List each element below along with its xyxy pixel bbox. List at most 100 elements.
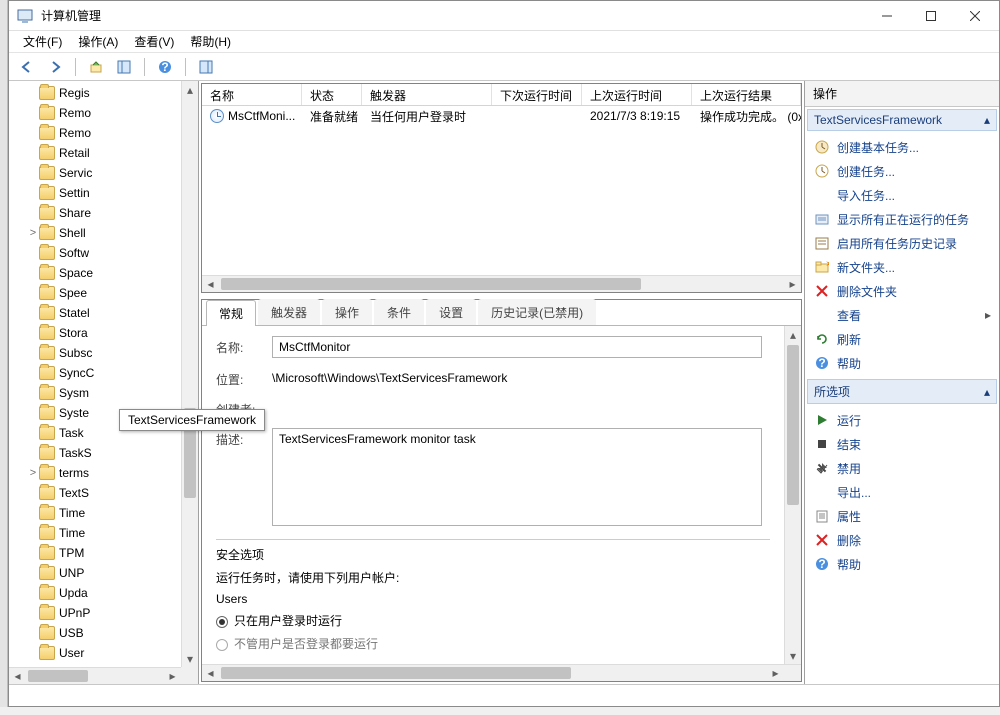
action-item[interactable]: 导出... [809,480,995,504]
action-item[interactable]: 删除文件夹 [809,279,995,303]
scroll-right-icon[interactable]: ▸ [784,276,801,292]
tab-history[interactable]: 历史记录(已禁用) [478,299,596,325]
scroll-left-icon[interactable]: ◂ [202,276,219,292]
tree-item[interactable]: Subsc [9,343,198,363]
nav-tree[interactable]: RegisRemoRemoRetailServicSettinShare>She… [9,81,198,684]
col-state[interactable]: 状态 [302,84,362,105]
scroll-thumb[interactable] [28,670,88,682]
scroll-up-icon[interactable]: ▴ [785,326,801,343]
show-hide-action-button[interactable] [194,56,218,78]
tree-item[interactable]: Stora [9,323,198,343]
radio-option-1[interactable]: 只在用户登录时运行 [216,612,770,629]
back-button[interactable] [15,56,39,78]
tree-item[interactable]: Regis [9,83,198,103]
actions-section-2[interactable]: 所选项 ▴ [807,379,997,404]
minimize-button[interactable] [865,1,909,31]
scroll-down-icon[interactable]: ▾ [182,650,198,667]
action-item[interactable]: 属性 [809,504,995,528]
close-button[interactable] [953,1,997,31]
tab-triggers[interactable]: 触发器 [258,299,320,325]
tree-item[interactable]: TaskS [9,443,198,463]
tree-item[interactable]: Statel [9,303,198,323]
actions-section-1[interactable]: TextServicesFramework ▴ [807,109,997,131]
grid-body[interactable]: MsCtfMoni... 准备就绪 当任何用户登录时 2021/7/3 8:19… [202,106,801,275]
tree-item[interactable]: Space [9,263,198,283]
action-item[interactable]: 显示所有正在运行的任务 [809,207,995,231]
details-scrollbar-horizontal[interactable]: ◂ ▸ [202,664,801,681]
tab-settings[interactable]: 设置 [426,299,476,325]
up-button[interactable] [84,56,108,78]
tree-item[interactable]: USB [9,623,198,643]
tree-item[interactable]: UPnP [9,603,198,623]
tree-item[interactable]: Share [9,203,198,223]
tree-item[interactable]: UNP [9,563,198,583]
tree-item[interactable]: Settin [9,183,198,203]
action-item[interactable]: 禁用 [809,456,995,480]
col-result[interactable]: 上次运行结果 [692,84,801,105]
scroll-track[interactable] [182,98,198,650]
scroll-track[interactable] [219,665,767,681]
scroll-thumb[interactable] [221,278,641,290]
scroll-track[interactable] [219,276,784,292]
tree-item[interactable]: TextS [9,483,198,503]
tree-item[interactable]: Remo [9,103,198,123]
scroll-track[interactable] [26,668,164,684]
field-name[interactable] [272,336,762,358]
menu-view[interactable]: 查看(V) [126,31,182,52]
scroll-track[interactable] [785,343,801,647]
tab-general[interactable]: 常规 [206,300,256,326]
action-item[interactable]: 启用所有任务历史记录 [809,231,995,255]
tree-item[interactable]: >terms [9,463,198,483]
action-item[interactable]: 创建任务... [809,159,995,183]
details-scrollbar-vertical[interactable]: ▴ ▾ [784,326,801,664]
action-item[interactable]: ?帮助 [809,552,995,576]
table-row[interactable]: MsCtfMoni... 准备就绪 当任何用户登录时 2021/7/3 8:19… [202,106,801,126]
menu-action[interactable]: 操作(A) [70,31,126,52]
col-name[interactable]: 名称 [202,84,302,105]
tree-item[interactable]: Sysm [9,383,198,403]
action-item[interactable]: 创建基本任务... [809,135,995,159]
tree-item[interactable]: Retail [9,143,198,163]
tree-item[interactable]: Time [9,523,198,543]
tab-actions[interactable]: 操作 [322,299,372,325]
tree-item[interactable]: Spee [9,283,198,303]
action-item[interactable]: ✶新文件夹... [809,255,995,279]
tree-item[interactable]: Servic [9,163,198,183]
scroll-down-icon[interactable]: ▾ [785,647,801,664]
tree-item[interactable]: SyncC [9,363,198,383]
action-item[interactable]: 运行 [809,408,995,432]
tree-item[interactable]: User [9,643,198,663]
col-last[interactable]: 上次运行时间 [582,84,692,105]
col-trigger[interactable]: 触发器 [362,84,492,105]
scroll-thumb[interactable] [787,345,799,505]
scroll-thumb[interactable] [221,667,571,679]
expander-icon[interactable]: > [27,227,39,239]
scroll-left-icon[interactable]: ◂ [9,668,26,684]
tree-item[interactable]: Remo [9,123,198,143]
tree-item[interactable]: Time [9,503,198,523]
tab-conditions[interactable]: 条件 [374,299,424,325]
tree-item[interactable]: >Shell [9,223,198,243]
field-desc[interactable] [272,428,762,526]
action-item[interactable]: 刷新 [809,327,995,351]
tree-item[interactable]: TPM [9,543,198,563]
scroll-left-icon[interactable]: ◂ [202,665,219,681]
maximize-button[interactable] [909,1,953,31]
menu-file[interactable]: 文件(F) [15,31,70,52]
show-hide-tree-button[interactable] [112,56,136,78]
scroll-right-icon[interactable]: ▸ [164,668,181,684]
help-button[interactable]: ? [153,56,177,78]
forward-button[interactable] [43,56,67,78]
radio-option-2[interactable]: 不管用户是否登录都要运行 [216,635,770,652]
grid-scrollbar-horizontal[interactable]: ◂ ▸ [202,275,801,292]
action-item[interactable]: 结束 [809,432,995,456]
action-item[interactable]: ?帮助 [809,351,995,375]
scroll-up-icon[interactable]: ▴ [182,81,198,98]
col-next[interactable]: 下次运行时间 [492,84,582,105]
menu-help[interactable]: 帮助(H) [182,31,239,52]
nav-scrollbar-horizontal[interactable]: ◂ ▸ [9,667,181,684]
expander-icon[interactable]: > [27,467,39,479]
action-item[interactable]: 导入任务... [809,183,995,207]
tree-item[interactable]: Upda [9,583,198,603]
nav-scrollbar-vertical[interactable]: ▴ ▾ [181,81,198,667]
